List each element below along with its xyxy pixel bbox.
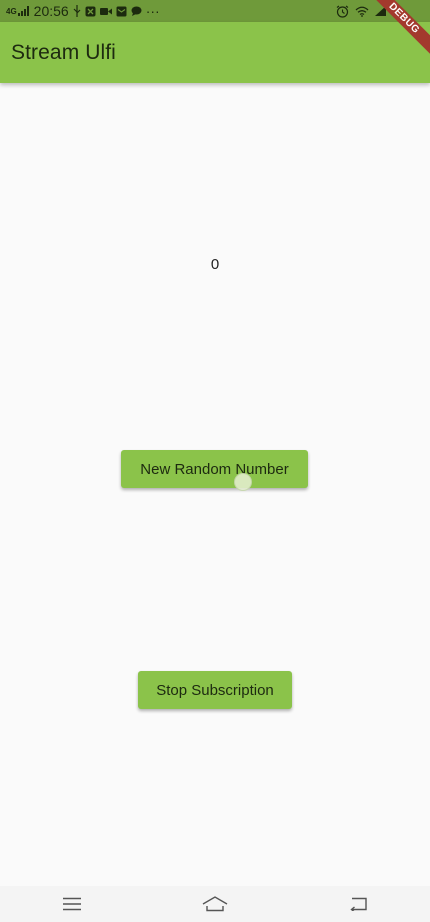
new-random-number-button[interactable]: New Random Number <box>121 450 308 488</box>
message-icon <box>131 6 142 16</box>
status-time: 20:56 <box>33 3 69 19</box>
stop-subscription-button[interactable]: Stop Subscription <box>138 671 292 709</box>
back-nav-button[interactable] <box>328 886 388 922</box>
alarm-icon <box>336 5 349 18</box>
app-bar: Stream Ulfi <box>0 22 430 83</box>
status-bar: 4G 20:56 ··· <box>0 0 430 22</box>
status-right <box>336 5 430 18</box>
touch-indicator <box>234 473 252 491</box>
app-screen: 4G 20:56 ··· Stream Ulfi DEBUG 0 New Ran… <box>0 0 430 922</box>
signal-strength-icon <box>375 6 386 16</box>
status-left: 4G 20:56 ··· <box>0 3 160 19</box>
app-notification-icon <box>85 6 96 17</box>
menu-nav-button[interactable] <box>42 886 102 922</box>
random-number-display: 0 <box>210 256 220 273</box>
system-navigation-bar <box>0 886 430 922</box>
more-icon: ··· <box>145 3 160 19</box>
wifi-icon <box>355 6 369 17</box>
usb-icon <box>73 5 81 17</box>
back-icon <box>350 897 368 911</box>
signal-icon: 4G <box>6 6 30 16</box>
video-icon <box>99 7 112 16</box>
home-icon <box>202 896 228 912</box>
mail-icon <box>116 6 127 17</box>
home-nav-button[interactable] <box>185 886 245 922</box>
menu-icon <box>62 897 81 911</box>
network-type: 4G <box>6 6 17 16</box>
app-title: Stream Ulfi <box>11 40 116 64</box>
